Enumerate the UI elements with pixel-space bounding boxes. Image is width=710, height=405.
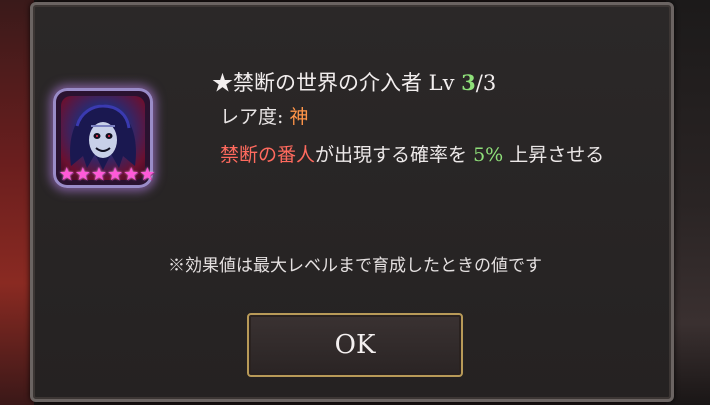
skill-level-current: 3 [461,70,476,95]
background-character-left [0,0,34,405]
skill-name: ★禁断の世界の介入者 Lv [212,71,462,95]
star-icon: ★ [123,164,140,185]
star-icon: ★ [139,164,156,185]
desc-text-end: 上昇させる [503,144,605,166]
star-icon: ★ [107,164,124,185]
star-icon: ★ [90,164,107,185]
rarity-value: 神 [289,106,309,128]
star-icon: ★ [74,164,91,185]
rarity-stars: ★ ★ ★ ★ ★ ★ [58,164,156,186]
rarity-label: レア度: [220,106,290,128]
ok-button[interactable]: OK [247,313,463,377]
skill-level-max: /3 [475,71,497,95]
skill-icon-frame: ★ ★ ★ ★ ★ ★ [53,88,156,188]
skill-description: 禁断の番人が出現する確率を 5% 上昇させる [220,141,640,170]
rarity-line: レア度: 神 [220,103,308,131]
desc-text: が出現する確率を [315,144,474,166]
effect-note: ※効果値は最大レベルまで育成したときの値です [168,256,542,276]
star-icon: ★ [58,164,75,185]
desc-percent: 5% [473,144,504,166]
skill-title: ★禁断の世界の介入者 Lv 3/3 [212,68,652,98]
desc-target-name: 禁断の番人 [220,144,316,166]
